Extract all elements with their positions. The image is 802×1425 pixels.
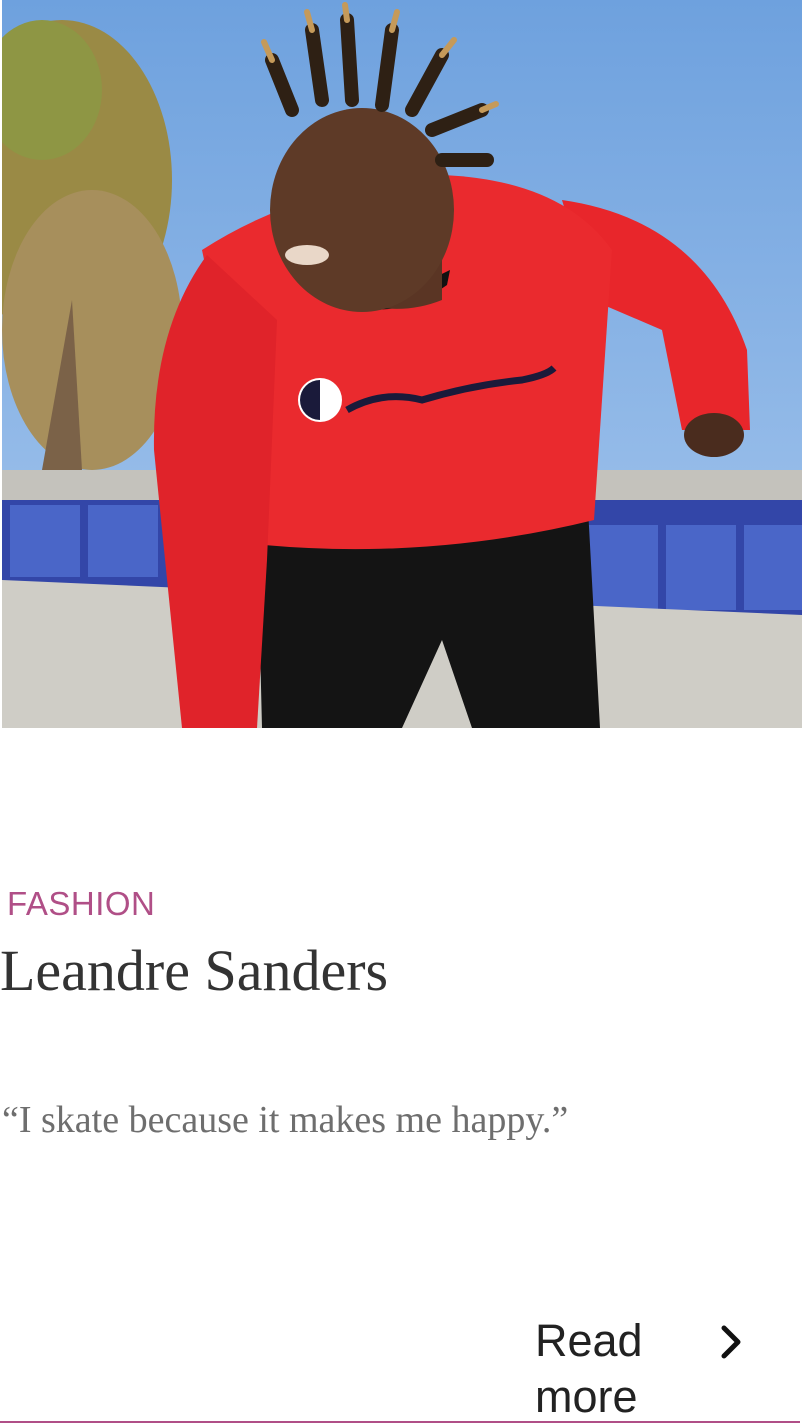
article-quote: “I skate because it makes me happy.” [2,1099,569,1141]
hero-image[interactable] [2,0,802,728]
article-title[interactable]: Leandre Sanders [0,936,388,1006]
chevron-right-icon [721,1325,741,1359]
read-more-label: Read more [535,1315,643,1422]
read-more-link[interactable]: Read more [0,1300,800,1423]
article-category[interactable]: FASHION [7,884,155,924]
